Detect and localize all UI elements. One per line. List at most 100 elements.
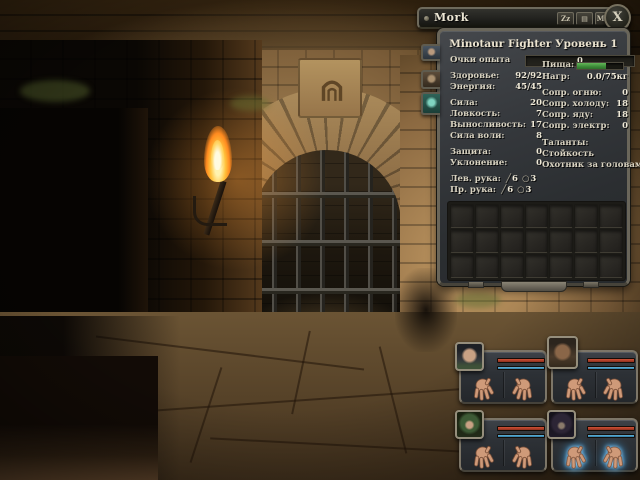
trait-item: Охотник за головами xyxy=(542,160,628,171)
party-ui xyxy=(453,334,640,474)
inventory-slot[interactable] xyxy=(574,229,598,253)
accuracy-value: 3 xyxy=(530,174,536,185)
inventory-slot[interactable] xyxy=(500,204,524,228)
portrait-mage[interactable] xyxy=(547,410,576,439)
resist-row: Сопр. холоду: 18 xyxy=(542,99,628,110)
torch-flame-core xyxy=(211,140,224,170)
left-hand-slot-glowing[interactable] xyxy=(560,442,590,470)
inventory-slot[interactable] xyxy=(549,229,573,253)
keystone-rune xyxy=(298,58,362,118)
resist-value: 0 xyxy=(622,121,628,132)
right-hand-slot[interactable] xyxy=(599,374,629,402)
bottom-left-wall xyxy=(0,356,158,480)
stat-value: 45/45 xyxy=(515,82,542,93)
map-button[interactable]: ▤ xyxy=(576,12,593,25)
experience-label: Очки опыта xyxy=(450,55,510,66)
inventory-slot[interactable] xyxy=(500,254,524,278)
inventory-slot[interactable] xyxy=(475,204,499,228)
health-bar xyxy=(587,426,635,431)
inventory-slot[interactable] xyxy=(525,254,549,278)
resist-row: Сопр. огню:0 xyxy=(542,88,628,99)
stat-label: Энергия: xyxy=(450,82,495,93)
resist-value: 18 xyxy=(616,99,628,110)
inventory-slot[interactable] xyxy=(599,254,623,278)
stat-row: Выносливость:17 xyxy=(450,120,542,131)
food-bar-fill xyxy=(577,63,606,69)
resist-row: Сопр. электр: 0 xyxy=(542,121,628,132)
health-bar xyxy=(587,358,635,363)
stat-row: Ловкость:7 xyxy=(450,109,542,120)
close-button[interactable]: X xyxy=(604,4,631,31)
portrait-rogue[interactable] xyxy=(455,410,484,439)
right-hand-row: Пр. рука: ╱ 6 ○ 3 xyxy=(450,185,542,196)
character-sheet-titlebar[interactable]: Mork Zz ▤ MENU xyxy=(417,7,629,29)
stat-row: Сила воли:8 xyxy=(450,131,542,142)
inventory-slot[interactable] xyxy=(525,229,549,253)
inventory-slot[interactable] xyxy=(475,254,499,278)
resist-label: Сопр. электр: xyxy=(542,121,610,132)
inventory-slot[interactable] xyxy=(574,204,598,228)
stat-value: 20 xyxy=(530,98,542,109)
stat-label: Ловкость: xyxy=(450,109,500,120)
panel-notch xyxy=(501,281,567,292)
stat-row: Здоровье:92/92 xyxy=(450,71,542,82)
stat-value: 17 xyxy=(530,120,542,131)
inventory-slot[interactable] xyxy=(599,204,623,228)
food-label: Пища: xyxy=(542,60,574,71)
panel-notch-right xyxy=(583,282,599,288)
stat-label: Сила воли: xyxy=(450,131,505,142)
inventory-slot[interactable] xyxy=(500,229,524,253)
accuracy-value: 3 xyxy=(526,185,532,196)
torch-glow xyxy=(142,84,332,274)
resist-label: Сопр. огню: xyxy=(542,88,601,99)
accuracy-icon: ○ xyxy=(522,174,529,185)
character-name: Mork xyxy=(434,11,469,24)
inventory-slot[interactable] xyxy=(475,229,499,253)
left-hand-slot[interactable] xyxy=(560,374,590,402)
right-hand-slot[interactable] xyxy=(508,374,538,402)
stat-label: Сила: xyxy=(450,98,478,109)
resist-label: Сопр. яду: xyxy=(542,110,593,121)
health-bar xyxy=(497,358,545,363)
moss-patch xyxy=(20,80,90,102)
left-hand-slot[interactable] xyxy=(468,374,498,402)
accuracy-icon: ○ xyxy=(517,185,524,196)
inventory-slot[interactable] xyxy=(450,204,474,228)
food-row: Пища: xyxy=(542,60,628,71)
right-hand-slot-glowing[interactable] xyxy=(599,442,629,470)
inventory-slot[interactable] xyxy=(525,204,549,228)
rivet-icon xyxy=(424,16,429,21)
stat-bars xyxy=(497,358,545,373)
panel-notch-left xyxy=(468,282,484,288)
inventory-slot[interactable] xyxy=(549,254,573,278)
left-hand-row: Лев. рука: ╱ 6 ○ 3 xyxy=(450,174,542,185)
inventory-slot[interactable] xyxy=(599,229,623,253)
inventory-slot[interactable] xyxy=(549,204,573,228)
energy-bar xyxy=(587,366,635,370)
stat-row: Защита:0 xyxy=(450,147,542,158)
party-tab-mage[interactable] xyxy=(421,92,440,115)
hand-divider xyxy=(503,440,504,466)
stat-bars xyxy=(587,426,635,441)
portrait-minotaur-selected[interactable] xyxy=(547,336,578,369)
rest-button[interactable]: Zz xyxy=(557,12,574,25)
energy-bar xyxy=(497,434,545,438)
stat-bars xyxy=(497,426,545,441)
traits-header: Таланты: xyxy=(542,138,628,149)
resist-label: Сопр. холоду: xyxy=(542,99,609,110)
hand-label: Пр. рука: xyxy=(450,185,496,196)
inventory-slot[interactable] xyxy=(450,254,474,278)
left-hand-slot[interactable] xyxy=(468,442,498,470)
right-hand-slot[interactable] xyxy=(508,442,538,470)
portrait-fighter[interactable] xyxy=(455,342,484,371)
hand-label: Лев. рука: xyxy=(450,174,501,185)
hand-divider xyxy=(595,440,596,466)
hand-divider xyxy=(595,372,596,398)
inventory-slot[interactable] xyxy=(574,254,598,278)
health-bar xyxy=(497,426,545,431)
inventory-slot[interactable] xyxy=(450,229,474,253)
party-tab-rogue[interactable] xyxy=(421,70,440,89)
attack-icon: ╱ xyxy=(501,185,506,196)
load-value: 0.0/75кг xyxy=(587,72,628,83)
party-tab-fighter[interactable] xyxy=(421,44,440,61)
